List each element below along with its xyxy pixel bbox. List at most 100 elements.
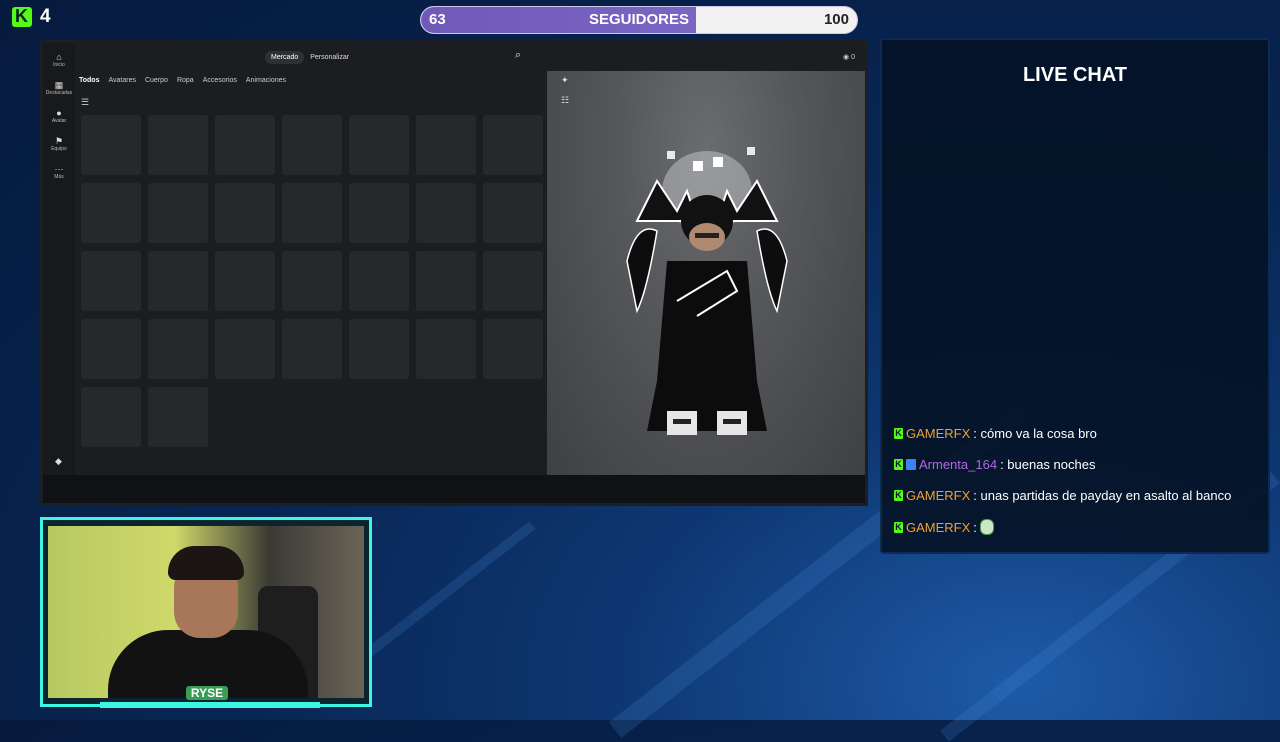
catalog-item-placeholder[interactable] (148, 183, 208, 243)
kick-badge-icon: K (894, 459, 903, 470)
kick-badge-icon: K (894, 428, 903, 439)
left-rail: ⌂ Inicio ▦ Destacadas ● Avatar ⚑ Equipo … (43, 43, 75, 475)
rail-item-avatar[interactable]: ● Avatar (43, 108, 75, 125)
roblox-menu-icon[interactable]: ◆ (55, 456, 62, 467)
team-icon: ⚑ (54, 136, 64, 146)
chat-message: K GAMERFX: unas partidas de payday en asa… (894, 488, 1231, 503)
chat-message: K Armenta_164: buenas noches (894, 457, 1095, 472)
chat-emote-icon (979, 519, 994, 535)
chat-text: : cómo va la cosa bro (973, 426, 1097, 441)
catalog-item-placeholder[interactable] (349, 115, 409, 175)
catalog-item-placeholder[interactable] (81, 319, 141, 379)
rail-label: Destacadas (45, 90, 73, 96)
catalog-item-placeholder[interactable] (81, 183, 141, 243)
emote-icon[interactable]: ✦ (561, 75, 569, 86)
catalog-item-placeholder[interactable] (416, 115, 476, 175)
catalog-item-placeholder[interactable] (148, 319, 208, 379)
catalog-item-placeholder[interactable] (416, 183, 476, 243)
avatar-viewport[interactable]: ✦ ☷ (547, 71, 865, 475)
goal-label: SEGUIDORES (588, 11, 690, 28)
catalog-panel: Mercado Personalizar ⌕ Todos Avatares Cu… (75, 43, 547, 475)
catalog-item-placeholder[interactable] (81, 387, 141, 447)
tab-accessories[interactable]: Accesorios (203, 77, 237, 84)
chat-message: K GAMERFX: (894, 519, 994, 535)
catalog-item-placeholder[interactable] (148, 387, 208, 447)
tab-body[interactable]: Cuerpo (145, 77, 168, 84)
tab-clothing[interactable]: Ropa (177, 77, 194, 84)
chat-username[interactable]: Armenta_164 (919, 457, 997, 472)
more-icon: ⋯ (54, 164, 64, 174)
chat-message: K GAMERFX: cómo va la cosa bro (894, 426, 1097, 441)
robux-balance[interactable]: ◉ 0 (843, 53, 855, 61)
chat-text: : buenas noches (1000, 457, 1096, 472)
segment-market[interactable]: Mercado (265, 51, 305, 64)
catalog-item-placeholder[interactable] (148, 115, 208, 175)
tab-avatars[interactable]: Avatares (108, 77, 136, 84)
catalog-item-placeholder[interactable] (349, 251, 409, 311)
rail-item-featured[interactable]: ▦ Destacadas (43, 80, 75, 97)
viewer-count: 4 (40, 6, 51, 27)
tab-animations[interactable]: Animaciones (246, 77, 286, 84)
webcam-video (48, 526, 364, 698)
catalog-item-placeholder[interactable] (282, 115, 342, 175)
home-icon: ⌂ (56, 52, 62, 62)
chat-text: : (973, 519, 977, 535)
catalog-item-placeholder[interactable] (282, 183, 342, 243)
catalog-item-placeholder[interactable] (215, 251, 275, 311)
kick-logo-icon (12, 6, 32, 27)
catalog-item-placeholder[interactable] (282, 319, 342, 379)
category-tabs: Todos Avatares Cuerpo Ropa Accesorios An… (79, 77, 286, 84)
segment-customize[interactable]: Personalizar (304, 51, 355, 64)
game-window: ⌂ Inicio ▦ Destacadas ● Avatar ⚑ Equipo … (40, 40, 868, 506)
catalog-item-placeholder[interactable] (416, 319, 476, 379)
chat-title: LIVE CHAT (1022, 64, 1128, 86)
segment-control: Mercado Personalizar (265, 51, 355, 64)
chat-text: : unas partidas de payday en asalto al b… (973, 488, 1232, 503)
filter-icon[interactable]: ☰ (81, 97, 89, 108)
catalog-item-placeholder[interactable] (349, 319, 409, 379)
webcam-frame (40, 517, 372, 707)
kick-badge-icon: K (894, 521, 903, 533)
catalog-item-placeholder[interactable] (416, 251, 476, 311)
subscriber-badge-icon (906, 459, 916, 470)
rail-label: Más (54, 174, 64, 180)
catalog-item-placeholder[interactable] (483, 319, 543, 379)
goal-target: 100 (823, 11, 849, 28)
chat-username[interactable]: GAMERFX (906, 520, 970, 535)
streamer-hair (168, 546, 244, 580)
catalog-item-placeholder[interactable] (81, 251, 141, 311)
catalog-item-placeholder[interactable] (349, 183, 409, 243)
rail-label: Inicio (53, 62, 65, 68)
catalog-item-placeholder[interactable] (483, 251, 543, 311)
viewer-badge: 4 (12, 6, 51, 28)
live-chat-panel: LIVE CHAT K GAMERFX: cómo va la cosa bro K… (880, 38, 1270, 554)
settings-sliders-icon[interactable]: ☷ (561, 95, 569, 106)
rail-label: Avatar (51, 118, 67, 124)
rail-item-more[interactable]: ⋯ Más (43, 164, 75, 181)
catalog-item-placeholder[interactable] (215, 115, 275, 175)
window-bottom-bar (43, 475, 865, 503)
rail-item-team[interactable]: ⚑ Equipo (43, 136, 75, 153)
viewport-header: ◉ 0 (547, 43, 865, 71)
webcam-brand-label: RYSE (186, 686, 228, 700)
catalog-item-placeholder[interactable] (483, 183, 543, 243)
avatar-figure (626, 147, 788, 435)
kick-badge-icon: K (894, 490, 903, 501)
avatar-icon: ● (56, 108, 62, 118)
search-icon[interactable]: ⌕ (515, 49, 521, 62)
rail-label: Equipo (51, 146, 67, 152)
catalog-item-placeholder[interactable] (483, 115, 543, 175)
catalog-item-placeholder[interactable] (282, 251, 342, 311)
catalog-item-placeholder[interactable] (81, 115, 141, 175)
chat-username[interactable]: GAMERFX (906, 426, 970, 441)
robux-amount: 0 (851, 54, 855, 61)
catalog-topbar: Mercado Personalizar ⌕ (75, 43, 547, 69)
catalog-item-placeholder[interactable] (148, 251, 208, 311)
featured-icon: ▦ (54, 80, 64, 90)
tab-all[interactable]: Todos (79, 77, 99, 84)
rail-item-home[interactable]: ⌂ Inicio (43, 52, 75, 69)
follower-goal-bar: 63 SEGUIDORES 100 (420, 6, 858, 34)
catalog-item-placeholder[interactable] (215, 319, 275, 379)
catalog-item-placeholder[interactable] (215, 183, 275, 243)
chat-username[interactable]: GAMERFX (906, 488, 970, 503)
